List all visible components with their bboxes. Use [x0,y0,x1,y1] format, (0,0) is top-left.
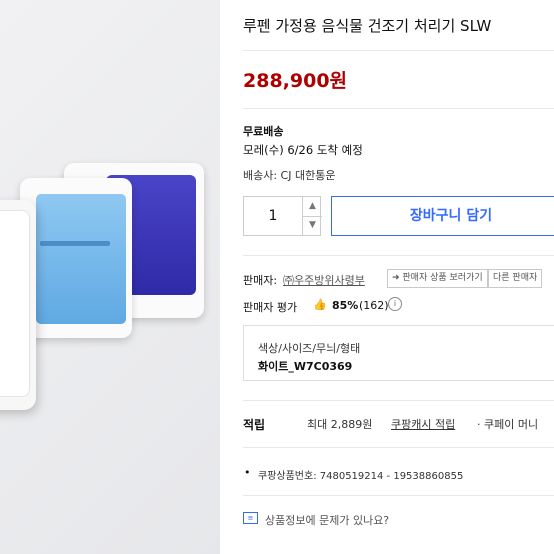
product-info-panel: 루펜 가정용 음식물 건조기 처리기 SLW 288,900원 무료배송 모레(… [243,0,554,554]
coupay-text: · 쿠페이 머니 [477,418,539,431]
chevron-up-icon[interactable]: ▲ [302,197,322,217]
points-max: 최대 2,889원 [307,418,373,431]
divider [243,495,554,496]
seller-name-link[interactable]: ㈜우주방위사령부 [283,272,365,288]
blue-slot [40,241,110,246]
points-label: 적립 [243,418,266,432]
option-selector[interactable]: 색상/사이즈/무늬/형태 화이트_W7C0369 [243,325,554,381]
seller-rating-percent: 85% [332,299,359,312]
chevron-down-icon[interactable]: ▼ [302,216,322,235]
seller-rating-count: (162) [359,299,389,312]
white-device [0,200,36,410]
carrier-info: 배송사: CJ 대한통운 [243,169,336,182]
bullet-icon: • [244,466,251,479]
product-number: 쿠팡상품번호: 7480519214 - 19538860855 [258,471,464,482]
divider [243,108,554,109]
product-title: 루펜 가정용 음식물 건조기 처리기 SLW [243,17,492,35]
coupang-cash-link[interactable]: 쿠팡캐시 적립 [391,416,455,432]
report-icon: ≡ [243,512,258,524]
option-selected-value: 화이트_W7C0369 [258,360,353,373]
option-header: 색상/사이즈/무늬/형태 [258,342,361,355]
product-price: 288,900원 [243,70,348,92]
divider [243,255,554,256]
delivery-eta: 모레(수) 6/26 도착 예정 [243,143,363,157]
white-panel [0,210,30,397]
divider [243,50,554,51]
divider [243,447,554,448]
add-to-cart-button[interactable]: 장바구니 담기 [331,196,554,236]
free-shipping-label: 무료배송 [243,125,284,138]
info-icon[interactable]: i [388,297,402,311]
report-issue-link[interactable]: 상품정보에 문제가 있나요? [265,512,389,528]
divider [243,400,554,401]
quantity-value[interactable]: 1 [244,197,302,235]
thumbs-up-icon: 👍 [313,298,327,311]
quantity-stepper[interactable]: 1 ▲ ▼ [243,196,322,236]
arrow-icon: ➜ [392,273,403,283]
product-image[interactable] [0,0,220,554]
seller-products-label: 판매자 상품 보러가기 [402,273,483,283]
blue-panel [36,194,126,324]
seller-products-button[interactable]: ➜ 판매자 상품 보러가기 [387,269,488,288]
blue-device [20,178,132,338]
other-sellers-button[interactable]: 다른 판매자 [488,269,543,288]
seller-rating-label: 판매자 평가 [243,301,298,314]
seller-label: 판매자: [243,274,278,287]
